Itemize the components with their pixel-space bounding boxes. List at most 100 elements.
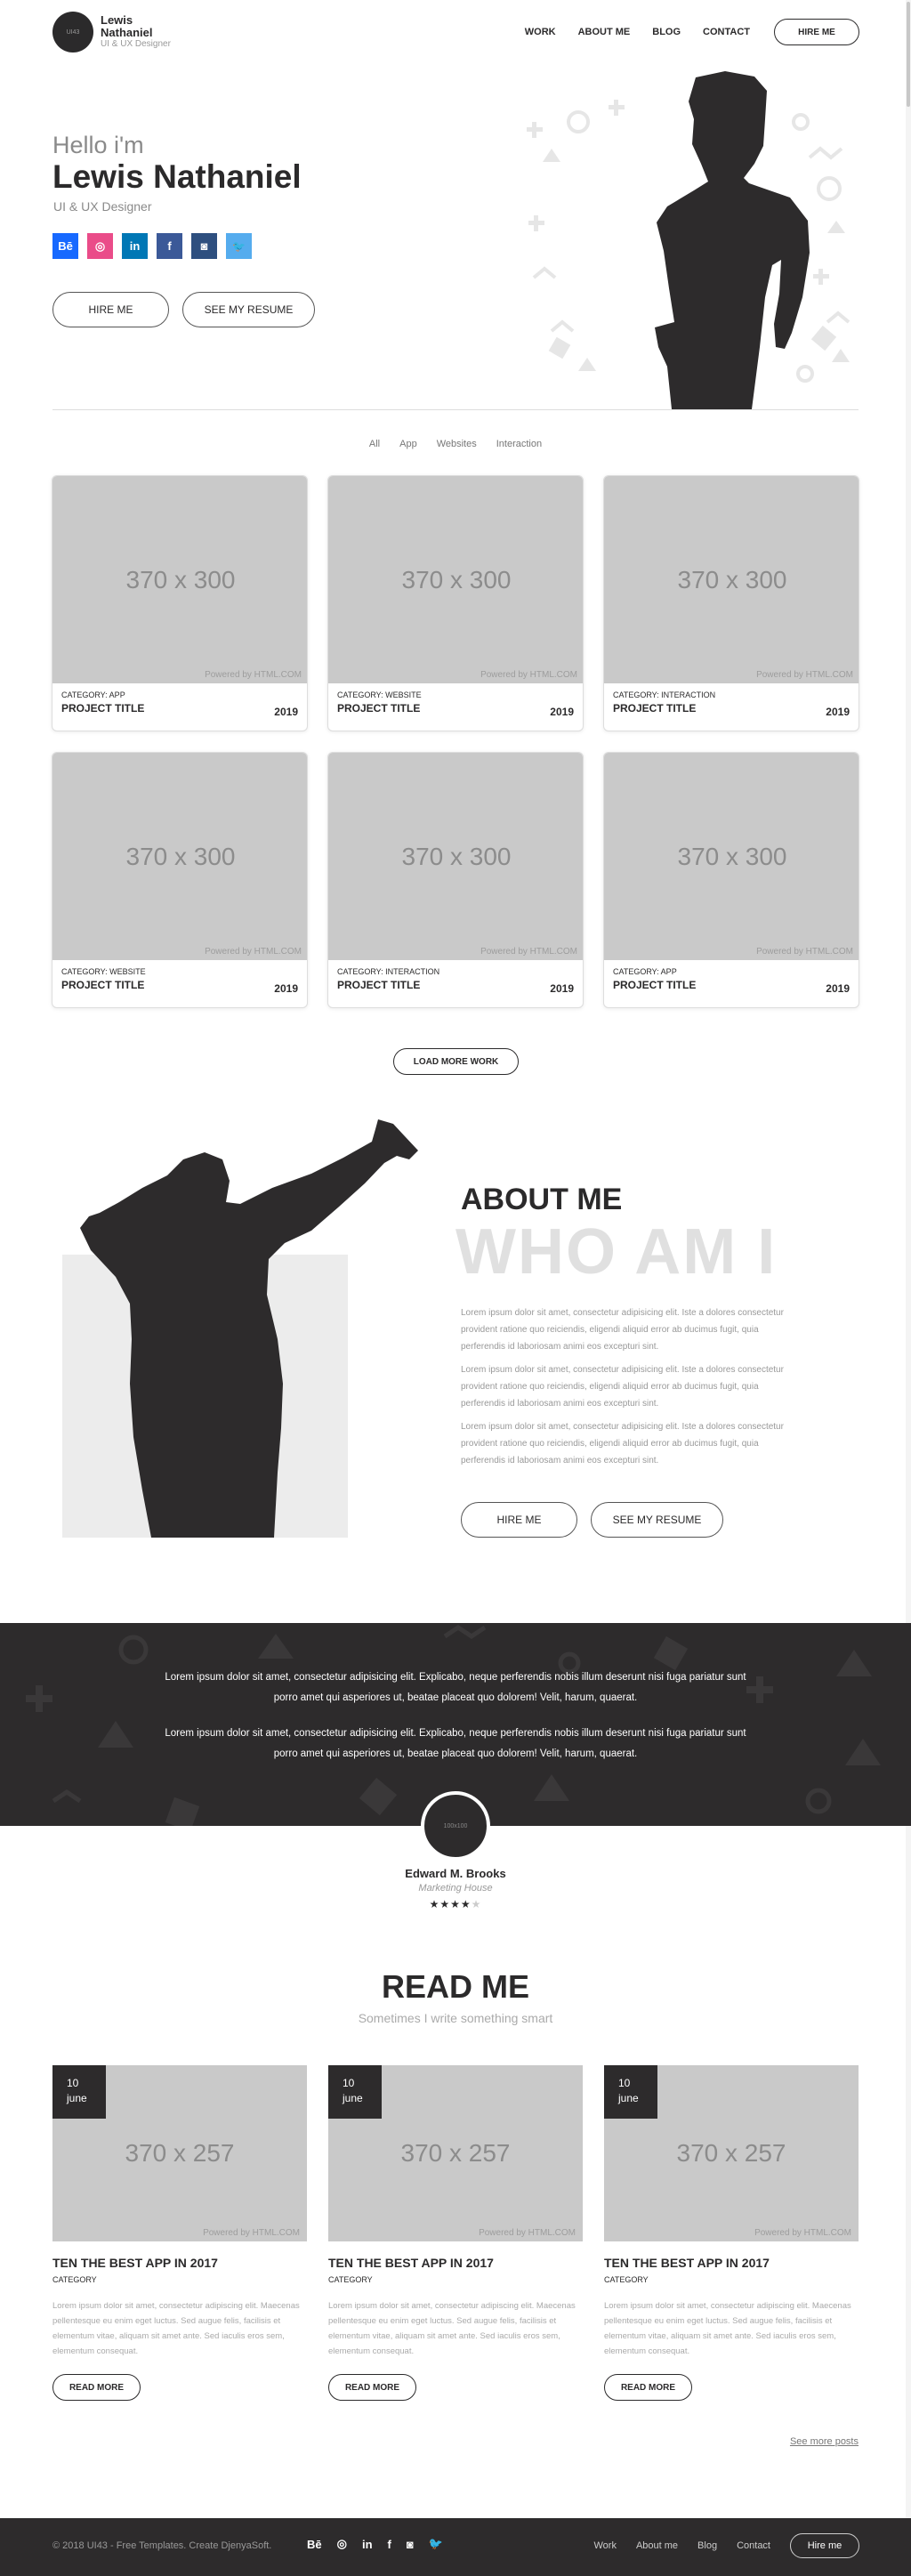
project-year: 2019 xyxy=(274,706,298,718)
project-thumbnail: 370 x 300 Powered by HTML.COM xyxy=(52,476,307,683)
powered-by: Powered by HTML.COM xyxy=(480,947,577,957)
project-title: PROJECT TITLE xyxy=(337,702,421,715)
nav-work[interactable]: WORK xyxy=(525,27,556,37)
logo-subtitle: UI & UX Designer xyxy=(101,39,171,49)
site-footer: © 2018 UI43 - Free Templates. Create Dje… xyxy=(0,2518,911,2576)
project-thumbnail: 370 x 300 Powered by HTML.COM xyxy=(52,753,307,960)
testimonial-author: Edward M. Brooks xyxy=(405,1867,506,1880)
linkedin-icon[interactable]: in xyxy=(362,2538,373,2551)
project-thumbnail: 370 x 300 Powered by HTML.COM xyxy=(328,753,583,960)
blog-thumbnail[interactable]: 370 x 257 Powered by HTML.COM 10 june xyxy=(604,2065,859,2241)
project-thumbnail: 370 x 300 Powered by HTML.COM xyxy=(328,476,583,683)
nav-contact[interactable]: CONTACT xyxy=(703,27,750,37)
hero-name: Lewis Nathaniel xyxy=(52,158,302,195)
testimonial-quote: Lorem ipsum dolor sit amet, consectetur … xyxy=(165,1672,746,1703)
filter-websites[interactable]: Websites xyxy=(437,439,477,449)
blog-post-excerpt: Lorem ipsum dolor sit amet, consectetur … xyxy=(604,2301,851,2356)
load-more-button[interactable]: LOAD MORE WORK xyxy=(393,1048,519,1075)
project-title: PROJECT TITLE xyxy=(613,702,697,715)
footer-nav-contact[interactable]: Contact xyxy=(737,2540,770,2551)
linkedin-icon[interactable]: in xyxy=(122,233,148,259)
filter-all[interactable]: All xyxy=(369,439,380,449)
read-more-button[interactable]: READ MORE xyxy=(604,2374,692,2401)
about-title: ABOUT ME xyxy=(461,1183,623,1216)
instagram-icon[interactable]: ◙ xyxy=(191,233,217,259)
footer-nav-blog[interactable]: Blog xyxy=(697,2540,717,2551)
see-more-posts-link[interactable]: See more posts xyxy=(790,2436,859,2447)
blog-title: READ ME xyxy=(381,1968,529,2005)
hero-social-links: Bē ◎ in f ◙ 🐦 xyxy=(52,233,261,259)
hero-hire-button[interactable]: HIRE ME xyxy=(52,292,169,327)
powered-by: Powered by HTML.COM xyxy=(479,2228,576,2238)
date-badge: 10 june xyxy=(52,2065,106,2119)
nav-about-me[interactable]: ABOUT ME xyxy=(578,27,631,37)
main-nav: WORK ABOUT ME BLOG CONTACT HIRE ME xyxy=(503,19,859,45)
testimonial-company: Marketing House xyxy=(418,1883,493,1894)
project-category: CATEGORY: INTERACTION xyxy=(613,690,716,699)
project-category: CATEGORY: WEBSITE xyxy=(61,967,146,976)
dribbble-icon[interactable]: ◎ xyxy=(87,233,113,259)
filter-interaction[interactable]: Interaction xyxy=(496,439,542,449)
project-title: PROJECT TITLE xyxy=(61,979,145,991)
blog-post: 370 x 257 Powered by HTML.COM 10 june TEN … xyxy=(328,2065,583,2401)
nav-blog[interactable]: BLOG xyxy=(652,27,681,37)
header-hire-button[interactable]: HIRE ME xyxy=(774,19,859,45)
portfolio-card[interactable]: 370 x 300 Powered by HTML.COM CATEGORY: W… xyxy=(52,752,308,1008)
read-more-button[interactable]: READ MORE xyxy=(52,2374,141,2401)
project-category: CATEGORY: APP xyxy=(61,690,125,699)
blog-post-category: CATEGORY xyxy=(52,2275,97,2284)
blog-post-excerpt: Lorem ipsum dolor sit amet, consectetur … xyxy=(328,2301,576,2356)
blog-post-title[interactable]: TEN THE BEST APP IN 2017 xyxy=(604,2256,859,2270)
powered-by: Powered by HTML.COM xyxy=(756,947,853,957)
about-paragraph: Lorem ipsum dolor sit amet, consectetur … xyxy=(461,1308,784,1352)
project-title: PROJECT TITLE xyxy=(337,979,421,991)
dribbble-icon[interactable]: ◎ xyxy=(337,2537,347,2551)
portfolio-card[interactable]: 370 x 300 Powered by HTML.COM CATEGORY: A… xyxy=(603,752,859,1008)
twitter-icon[interactable]: 🐦 xyxy=(429,2537,443,2551)
blog-post-title[interactable]: TEN THE BEST APP IN 2017 xyxy=(328,2256,583,2270)
project-title: PROJECT TITLE xyxy=(613,979,697,991)
footer-social-links: Bē ◎ in f ◙ 🐦 xyxy=(307,2537,458,2551)
project-category: CATEGORY: WEBSITE xyxy=(337,690,422,699)
portfolio-card[interactable]: 370 x 300 Powered by HTML.COM CATEGORY: I… xyxy=(603,475,859,731)
about-hire-button[interactable]: HIRE ME xyxy=(461,1502,577,1538)
rating-stars: ★★★★★ xyxy=(0,1898,911,1910)
instagram-icon[interactable]: ◙ xyxy=(407,2538,414,2551)
facebook-icon[interactable]: f xyxy=(388,2538,391,2551)
portfolio-filters: All App Websites Interaction xyxy=(0,439,911,449)
logo-mark: UI43 xyxy=(52,12,93,52)
powered-by: Powered by HTML.COM xyxy=(203,2228,300,2238)
blog-post: 370 x 257 Powered by HTML.COM 10 june TEN … xyxy=(604,2065,859,2401)
powered-by: Powered by HTML.COM xyxy=(756,670,853,680)
hero-greeting: Hello i'm xyxy=(52,132,144,158)
hero-resume-button[interactable]: SEE MY RESUME xyxy=(182,292,315,327)
read-more-button[interactable]: READ MORE xyxy=(328,2374,416,2401)
portfolio-card[interactable]: 370 x 300 Powered by HTML.COM CATEGORY: W… xyxy=(327,475,584,731)
star-icon: ★ xyxy=(429,1898,440,1910)
footer-nav-about-me[interactable]: About me xyxy=(636,2540,678,2551)
behance-icon[interactable]: Bē xyxy=(52,233,78,259)
star-icon: ★ xyxy=(450,1898,461,1910)
hero-section: Hello i'm Lewis Nathaniel UI & UX Design… xyxy=(0,64,911,411)
logo[interactable]: UI43 Lewis Nathaniel UI & UX Designer xyxy=(52,12,171,52)
project-category: CATEGORY: APP xyxy=(613,967,677,976)
footer-hire-button[interactable]: Hire me xyxy=(790,2533,859,2558)
about-resume-button[interactable]: SEE MY RESUME xyxy=(591,1502,723,1538)
blog-thumbnail[interactable]: 370 x 257 Powered by HTML.COM 10 june xyxy=(52,2065,307,2241)
blog-post-excerpt: Lorem ipsum dolor sit amet, consectetur … xyxy=(52,2301,300,2356)
twitter-icon[interactable]: 🐦 xyxy=(226,233,252,259)
powered-by: Powered by HTML.COM xyxy=(480,670,577,680)
testimonial-quote: Lorem ipsum dolor sit amet, consectetur … xyxy=(165,1728,746,1759)
about-subtitle-large: WHO AM I xyxy=(456,1216,778,1288)
blog-thumbnail[interactable]: 370 x 257 Powered by HTML.COM 10 june xyxy=(328,2065,583,2241)
blog-post-title[interactable]: TEN THE BEST APP IN 2017 xyxy=(52,2256,307,2270)
hero-illustration xyxy=(527,71,851,409)
filter-app[interactable]: App xyxy=(399,439,417,449)
portfolio-card[interactable]: 370 x 300 Powered by HTML.COM CATEGORY: I… xyxy=(327,752,584,1008)
footer-nav-work[interactable]: Work xyxy=(593,2540,616,2551)
portfolio-card[interactable]: 370 x 300 Powered by HTML.COM CATEGORY: A… xyxy=(52,475,308,731)
facebook-icon[interactable]: f xyxy=(157,233,182,259)
behance-icon[interactable]: Bē xyxy=(307,2538,322,2551)
project-thumbnail: 370 x 300 Powered by HTML.COM xyxy=(604,476,859,683)
about-paragraph: Lorem ipsum dolor sit amet, consectetur … xyxy=(461,1422,784,1466)
